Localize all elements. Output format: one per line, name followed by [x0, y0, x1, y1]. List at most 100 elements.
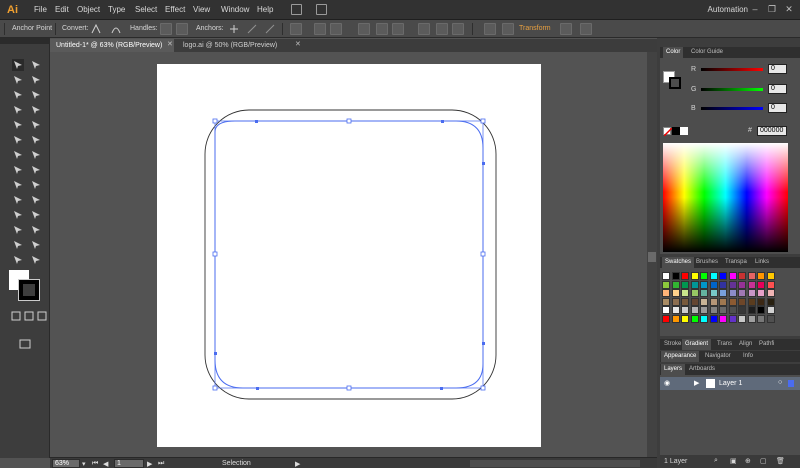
menu-type[interactable]: Type	[108, 5, 125, 14]
blob-brush-tool-icon[interactable]	[12, 134, 24, 146]
tab-untitled-1[interactable]: Untitled-1* @ 63% (RGB/Preview)	[50, 39, 174, 52]
swatch[interactable]	[681, 272, 689, 280]
swatch[interactable]	[719, 306, 727, 314]
direct-selection-tool-icon[interactable]	[30, 59, 42, 71]
swatch[interactable]	[662, 280, 670, 289]
swatch[interactable]	[719, 314, 727, 323]
delete-layer-icon[interactable]: 🗑	[776, 457, 785, 465]
close-tab-icon[interactable]: ✕	[295, 40, 301, 48]
artboard-tool-icon[interactable]	[12, 239, 24, 251]
vertical-scrollbar[interactable]	[647, 52, 657, 457]
swatch[interactable]	[671, 306, 680, 314]
perspective-grid-tool-icon[interactable]	[30, 179, 42, 191]
hide-handles-icon[interactable]	[176, 23, 188, 35]
swatch[interactable]	[662, 272, 670, 280]
anchor-points[interactable]	[214, 120, 485, 390]
bounding-box-handles[interactable]	[212, 118, 486, 391]
magic-wand-tool-icon[interactable]	[12, 74, 24, 86]
align-bottom-icon[interactable]	[392, 23, 404, 35]
green-value[interactable]: 0	[768, 84, 787, 94]
swatch[interactable]	[709, 289, 718, 297]
zoom-tool-icon[interactable]	[30, 254, 42, 266]
swatch[interactable]	[700, 280, 708, 289]
zoom-field[interactable]: 63%	[52, 459, 80, 468]
pencil-tool-icon[interactable]	[30, 119, 42, 131]
swatch[interactable]	[728, 306, 737, 314]
swatch[interactable]	[766, 306, 775, 314]
swatch[interactable]	[747, 306, 756, 314]
outer-rounded-square[interactable]	[204, 109, 497, 400]
layer-name[interactable]: Layer 1	[719, 380, 742, 387]
swatch[interactable]	[728, 272, 737, 280]
close-icon[interactable]: ✕	[784, 4, 794, 14]
target-icon[interactable]: ○	[778, 379, 782, 386]
minimize-icon[interactable]: –	[750, 4, 760, 14]
swatch[interactable]	[766, 297, 775, 306]
selected-path[interactable]	[214, 120, 484, 389]
horizontal-scrollbar[interactable]	[470, 460, 640, 467]
symbol-sprayer-tool-icon[interactable]	[12, 224, 24, 236]
swatch[interactable]	[700, 306, 708, 314]
artboard-field[interactable]: 1	[114, 459, 144, 468]
distribute-v-icon[interactable]	[376, 23, 388, 35]
tab-pathfinder[interactable]: Pathfi	[756, 339, 777, 350]
swatch[interactable]	[671, 272, 680, 280]
paintbrush-tool-icon[interactable]	[12, 119, 24, 131]
convert-smooth-icon[interactable]	[110, 23, 122, 35]
swatch[interactable]	[757, 272, 765, 280]
swatch[interactable]	[700, 272, 708, 280]
swatch[interactable]	[662, 306, 670, 314]
bridge-icon[interactable]	[291, 4, 302, 15]
swatch[interactable]	[757, 280, 765, 289]
swatch[interactable]	[738, 280, 746, 289]
cut-path-icon[interactable]	[264, 23, 276, 35]
swatch[interactable]	[709, 306, 718, 314]
toolbar-grip[interactable]	[0, 38, 50, 44]
swatch[interactable]	[671, 297, 680, 306]
swatch[interactable]	[681, 289, 689, 297]
workspace-switcher[interactable]: Automation	[708, 5, 748, 14]
menu-select[interactable]: Select	[135, 5, 157, 14]
tab-layers[interactable]: Layers	[661, 364, 686, 375]
stroke-swatch[interactable]	[669, 77, 681, 89]
align-left-icon[interactable]	[418, 23, 430, 35]
transform-options-icon[interactable]	[560, 23, 572, 35]
clipping-mask-icon[interactable]: ▣	[730, 457, 737, 465]
visibility-eye-icon[interactable]: ◉	[664, 379, 670, 387]
gradient-tool-icon[interactable]	[30, 194, 42, 206]
prev-artboard-icon[interactable]: ◀	[103, 460, 108, 468]
menu-help[interactable]: Help	[257, 5, 273, 14]
eyedropper-tool-icon[interactable]	[12, 209, 24, 221]
draw-behind-icon[interactable]	[23, 310, 35, 322]
align-center-icon[interactable]	[436, 23, 448, 35]
menu-view[interactable]: View	[193, 5, 210, 14]
menu-object[interactable]: Object	[77, 5, 100, 14]
last-artboard-icon[interactable]: ⏭	[158, 460, 164, 468]
remove-anchor-icon[interactable]	[228, 23, 240, 35]
swatch[interactable]	[738, 297, 746, 306]
black-swatch[interactable]	[672, 127, 680, 135]
swatch[interactable]	[747, 297, 756, 306]
status-menu-icon[interactable]: ▶	[295, 460, 300, 468]
tab-logo[interactable]: logo.ai @ 50% (RGB/Preview)	[177, 39, 302, 52]
swatch[interactable]	[747, 289, 756, 297]
width-tool-icon[interactable]	[12, 164, 24, 176]
layer-row[interactable]: ◉ ▶ Layer 1 ○	[660, 377, 800, 390]
swatch[interactable]	[719, 289, 727, 297]
align-to-icon[interactable]	[484, 23, 496, 35]
swatch[interactable]	[719, 297, 727, 306]
swatch[interactable]	[662, 289, 670, 297]
swatch[interactable]	[719, 272, 727, 280]
selection-tool-icon[interactable]	[12, 59, 24, 71]
new-sublayer-icon[interactable]: ⊕	[745, 457, 751, 465]
swatch[interactable]	[738, 306, 746, 314]
arrange-documents-icon[interactable]	[316, 4, 327, 15]
tab-transparency[interactable]: Transpa	[722, 257, 750, 268]
swatch[interactable]	[738, 289, 746, 297]
menu-window[interactable]: Window	[221, 5, 249, 14]
swatch[interactable]	[766, 314, 775, 323]
tab-info[interactable]: Info	[740, 351, 756, 362]
blue-slider[interactable]	[701, 107, 763, 110]
first-artboard-icon[interactable]: ⏮	[92, 460, 98, 468]
swatch[interactable]	[747, 280, 756, 289]
